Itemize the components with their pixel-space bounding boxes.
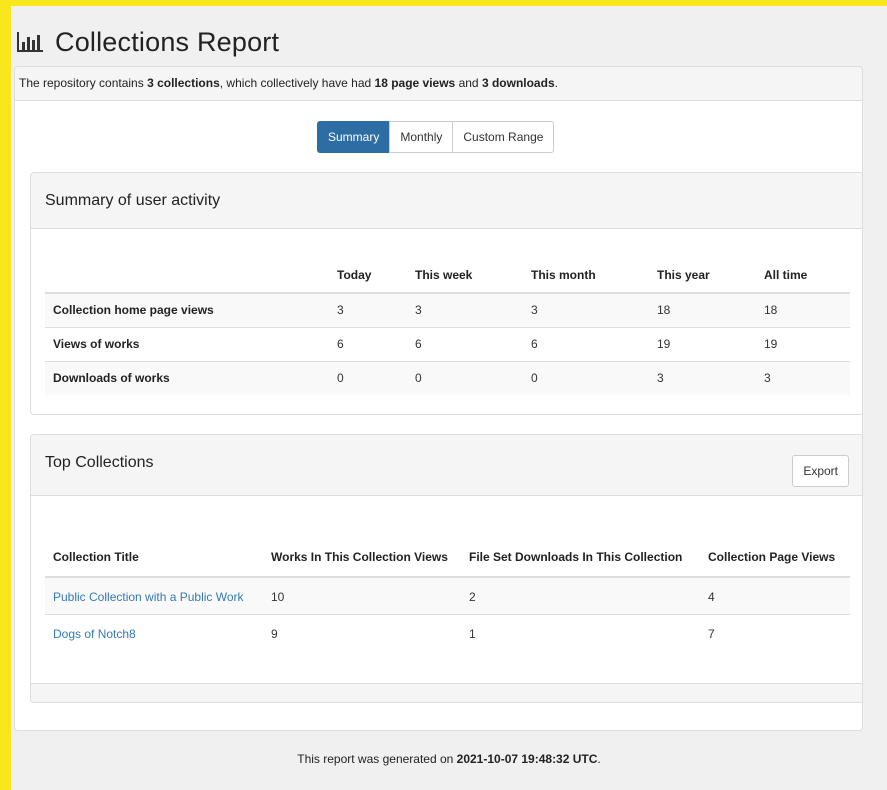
export-button[interactable]: Export [792,455,849,487]
footer-suffix: . [597,752,601,766]
col-file-set-downloads: File Set Downloads In This Collection [461,515,700,578]
top-collections-header: Top Collections Export [31,435,862,496]
cell-today: 0 [329,361,407,395]
collection-link[interactable]: Public Collection with a Public Work [53,590,244,604]
repository-summary-text: The repository contains 3 collections, w… [15,67,862,101]
summary-col-this-week: This week [407,247,523,294]
summary-col-this-month: This month [523,247,649,294]
intro-collections: 3 collections [147,76,220,90]
cell-this-week: 3 [407,293,523,328]
row-label: Views of works [45,327,329,362]
cell-page-views: 7 [708,627,715,641]
footer-timestamp: 2021-10-07 19:48:32 UTC [456,752,598,766]
tab-custom-range[interactable]: Custom Range [452,121,555,153]
report-generated-footer: This report was generated on 2021-10-07 … [11,752,887,766]
summary-col-today: Today [329,247,407,294]
cell-page-views: 4 [700,577,850,615]
footer-prefix: This report was generated on [297,752,457,766]
col-page-views: Collection Page Views [700,515,850,578]
cell-this-year: 19 [649,327,756,362]
summary-table: Today This week This month This year All… [45,247,850,395]
intro-downloads: 3 downloads [481,76,555,90]
tab-summary[interactable]: Summary [317,121,391,153]
summary-card: Summary of user activity Today This week… [30,172,862,415]
intro-suffix: . [554,76,558,90]
bar-chart-icon [17,32,43,52]
cell-this-month: 6 [523,327,649,362]
cell-works-views: 10 [263,577,461,615]
top-collections-card: Top Collections Export Collection Title … [30,434,862,703]
report-panel: The repository contains 3 collections, w… [14,66,863,731]
table-row: Downloads of works 0 0 0 3 3 [45,361,850,395]
intro-middle: , which collectively have had [219,76,375,90]
top-collections-heading: Top Collections [45,454,154,471]
page-header: Collections Report [17,24,279,60]
collection-link[interactable]: Dogs of Notch8 [53,627,136,641]
summary-card-header: Summary of user activity [31,173,862,229]
tab-monthly[interactable]: Monthly [389,121,454,153]
cell-this-year: 18 [649,293,756,328]
report-tabs: Summary Monthly Custom Range [317,121,555,153]
summary-col-all-time: All time [756,247,850,294]
summary-col-blank [45,247,329,294]
row-label: Downloads of works [45,361,329,395]
cell-downloads: 1 [469,627,476,641]
summary-heading: Summary of user activity [45,192,221,209]
top-collections-header-row: Collection Title Works In This Collectio… [45,515,850,578]
intro-and: and [455,76,482,90]
col-works-views: Works In This Collection Views [263,515,461,578]
cell-this-week: 6 [407,327,523,362]
intro-prefix: The repository contains [19,76,148,90]
report-page: Collections Report The repository contai… [11,6,887,790]
table-row: Collection home page views 3 3 3 18 18 [45,293,850,328]
cell-works-views: 9 [271,627,278,641]
cell-this-month: 0 [523,361,649,395]
cell-collection-title: Dogs of Notch8 [45,615,263,652]
summary-header-row: Today This week This month This year All… [45,247,850,294]
page-title: Collections Report [55,26,280,57]
cell-today: 3 [329,293,407,328]
top-collections-footer [31,683,862,702]
cell-this-month: 3 [523,293,649,328]
table-row: Views of works 6 6 6 19 19 [45,327,850,362]
top-collections-table: Collection Title Works In This Collectio… [45,515,850,651]
table-row: Dogs of Notch8 9 1 7 [45,615,850,652]
cell-all-time: 3 [756,361,850,395]
cell-all-time: 18 [756,293,850,328]
cell-this-week: 0 [407,361,523,395]
cell-collection-title: Public Collection with a Public Work [45,577,263,615]
cell-this-year: 3 [649,361,756,395]
row-label: Collection home page views [45,293,329,328]
intro-page-views: 18 page views [374,76,456,90]
col-collection-title: Collection Title [45,515,263,578]
cell-today: 6 [329,327,407,362]
table-row: Public Collection with a Public Work 10 … [45,577,850,615]
cell-all-time: 19 [756,327,850,362]
summary-col-this-year: This year [649,247,756,294]
cell-downloads: 2 [461,577,700,615]
